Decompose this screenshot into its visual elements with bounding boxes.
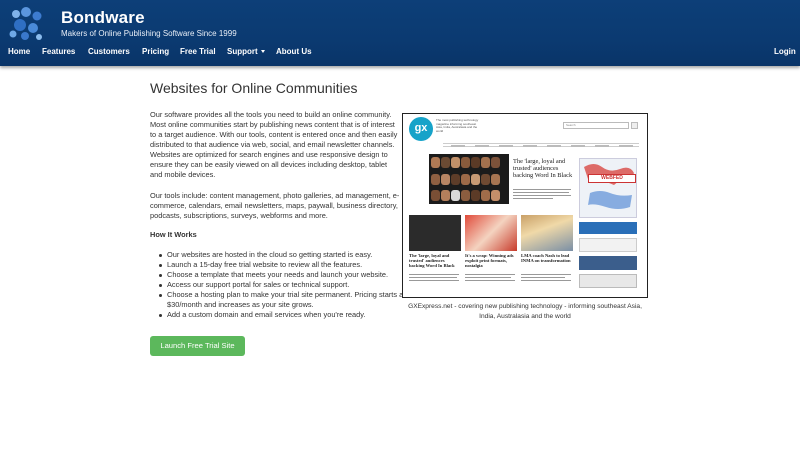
brand-name[interactable]: Bondware — [61, 8, 145, 28]
text-line — [465, 277, 511, 279]
nav-pricing[interactable]: Pricing — [142, 47, 169, 56]
gx-article-headline: It's a wrap: Winning ads exploit print f… — [465, 253, 514, 269]
text-line — [409, 274, 459, 276]
gx-ad-block — [579, 238, 637, 252]
list-item: Choose a template that meets your needs … — [158, 270, 408, 280]
text-line — [521, 280, 571, 282]
text-line — [513, 192, 569, 194]
nav-customers[interactable]: Customers — [88, 47, 130, 56]
gx-article-image — [521, 215, 573, 251]
text-line — [465, 280, 515, 282]
page-title: Websites for Online Communities — [150, 80, 358, 96]
gx-webfed-banner: WEBFED — [588, 174, 636, 183]
gx-ad-block — [579, 222, 637, 234]
nav-free-trial[interactable]: Free Trial — [180, 47, 216, 56]
steps-list: Our websites are hosted in the cloud so … — [158, 250, 408, 320]
list-item: Add a custom domain and email services w… — [158, 310, 408, 320]
gxexpress-screenshot[interactable]: gx The most publishing technology magazi… — [402, 113, 648, 298]
chevron-down-icon — [260, 50, 265, 54]
nav-support-label: Support — [227, 47, 258, 56]
gx-site-tagline: The most publishing technology magazine … — [436, 118, 479, 133]
gx-nav-bar — [443, 143, 639, 147]
gx-map-ad — [579, 158, 637, 218]
text-line — [513, 198, 553, 200]
intro-paragraph: Our software provides all the tools you … — [150, 110, 398, 179]
nav-home[interactable]: Home — [8, 47, 30, 56]
text-line — [521, 277, 565, 279]
list-item: Launch a 15-day free trial website to re… — [158, 260, 408, 270]
text-line — [409, 280, 459, 282]
nav-features[interactable]: Features — [42, 47, 75, 56]
gx-article-image — [465, 215, 517, 251]
brand-tagline: Makers of Online Publishing Software Sin… — [61, 29, 237, 38]
list-item: Access our support portal for sales or t… — [158, 280, 408, 290]
text-line — [513, 189, 571, 191]
gx-ad-block — [579, 274, 637, 288]
gx-main-headline: The 'large, loyal and trusted' audiences… — [513, 158, 573, 179]
site-header: Bondware Makers of Online Publishing Sof… — [0, 0, 800, 66]
screenshot-caption: GXExpress.net - covering new publishing … — [408, 303, 642, 320]
how-it-works-heading: How It Works — [150, 230, 197, 239]
nav-login[interactable]: Login — [774, 47, 796, 56]
text-line — [521, 274, 571, 276]
gx-article-image — [409, 215, 461, 251]
search-icon — [631, 122, 638, 129]
gx-ad-block — [579, 256, 637, 270]
main-nav: Home Features Customers Pricing Free Tri… — [0, 42, 800, 62]
text-line — [513, 195, 571, 197]
gx-logo: gx — [409, 117, 433, 141]
bondware-logo-icon[interactable] — [6, 6, 46, 42]
gx-article-headline: LMA coach Nash to lead INMA on transform… — [521, 253, 571, 264]
nav-about-us[interactable]: About Us — [276, 47, 312, 56]
launch-free-trial-button[interactable]: Launch Free Trial Site — [150, 336, 245, 356]
nav-support[interactable]: Support — [227, 47, 265, 56]
list-item: Our websites are hosted in the cloud so … — [158, 250, 408, 260]
text-line — [465, 274, 515, 276]
gx-article-headline: The 'large, loyal and trusted' audiences… — [409, 253, 455, 269]
gx-hero-image — [429, 154, 509, 204]
tools-paragraph: Our tools include: content management, p… — [150, 191, 400, 220]
list-item: Choose a hosting plan to make your trial… — [158, 290, 408, 310]
text-line — [409, 277, 457, 279]
gx-search-input: Search — [563, 122, 629, 129]
